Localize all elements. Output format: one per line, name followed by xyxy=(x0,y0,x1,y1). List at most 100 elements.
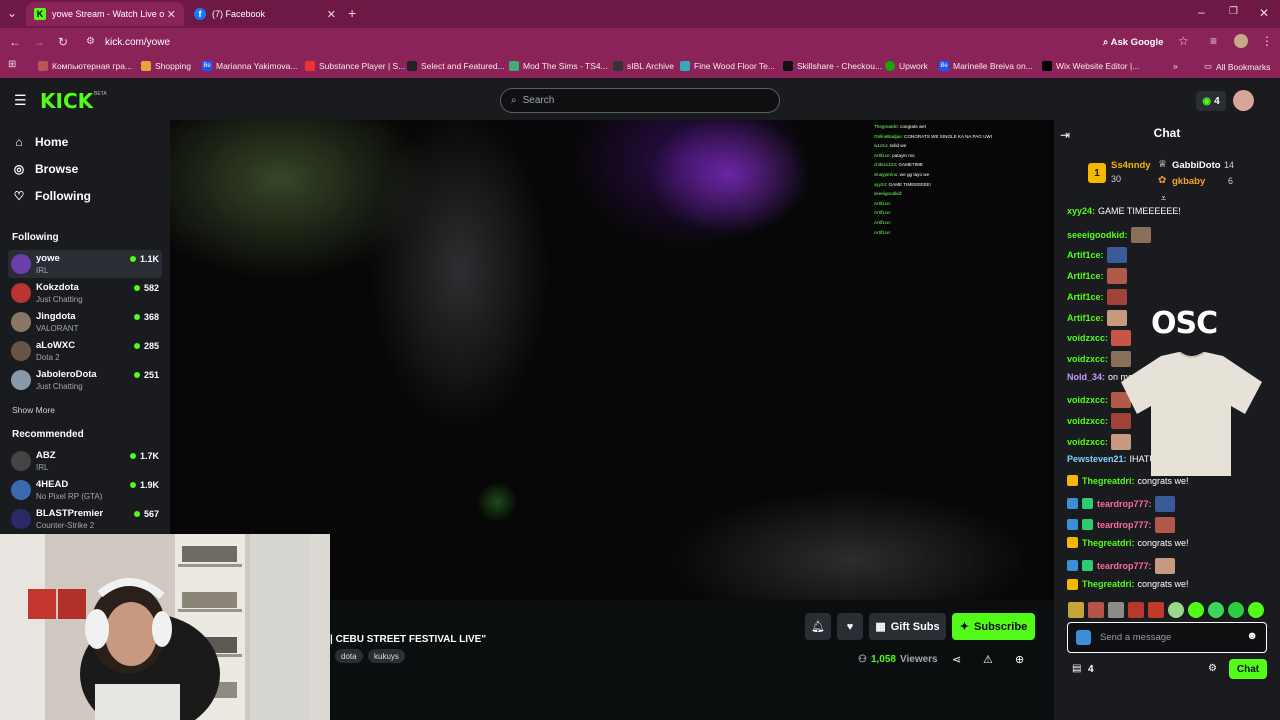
chat-username[interactable]: teardrop777: xyxy=(1097,561,1152,571)
tab-kick[interactable]: K yowe Stream - Watch Live o ✕ xyxy=(26,2,184,26)
leaderboard-name[interactable]: gkbaby xyxy=(1172,176,1205,187)
ask-google-button[interactable]: ⌕ Ask Google xyxy=(1103,37,1163,48)
tab-search-icon[interactable]: ⌄ xyxy=(7,6,17,20)
more-options-icon[interactable]: ⊕ xyxy=(1015,653,1024,666)
emoji-picker-icon[interactable]: ☻ xyxy=(1246,630,1258,642)
emote-icon[interactable] xyxy=(1248,602,1264,618)
chat-username[interactable]: Thegreatdri: xyxy=(1082,538,1135,548)
leaderboard-name[interactable]: Ss4nndy xyxy=(1111,160,1151,171)
send-chat-button[interactable]: Chat xyxy=(1229,659,1267,679)
leaderboard-name[interactable]: GabbiDoto xyxy=(1172,160,1221,171)
chat-settings-icon[interactable]: ⚙ xyxy=(1208,663,1217,674)
minimize-icon[interactable]: – xyxy=(1198,5,1205,19)
chat-username[interactable]: voidzxcc: xyxy=(1067,416,1108,426)
bookmark-item[interactable]: Wix Website Editor |... xyxy=(1042,61,1139,71)
bookmark-item[interactable]: Upwork xyxy=(885,61,928,71)
chat-username[interactable]: xyy24: xyxy=(1067,206,1095,216)
emote-icon[interactable] xyxy=(1208,602,1224,618)
search-input[interactable]: ⌕ Search xyxy=(500,88,780,113)
emote-icon[interactable] xyxy=(1188,602,1204,618)
sidebar-channel-jabolerodota[interactable]: JaboleroDota Just Chatting 251 xyxy=(8,366,162,394)
kick-logo[interactable]: KICK xyxy=(40,89,93,113)
sidebar-channel-alowxc[interactable]: aLoWXC Dota 2 285 xyxy=(8,337,162,365)
bookmark-item[interactable]: Substance Player | S... xyxy=(305,61,405,71)
chat-username[interactable]: teardrop777: xyxy=(1097,499,1152,509)
site-info-icon[interactable]: ⚙ xyxy=(86,36,95,47)
bookmark-item[interactable]: Select and Featured... xyxy=(407,61,505,71)
chat-username[interactable]: Artif1ce: xyxy=(1067,313,1104,323)
chat-username[interactable]: voidzxcc: xyxy=(1067,333,1108,343)
chat-username[interactable]: Pewsteven21: xyxy=(1067,454,1127,464)
tag-kukuys[interactable]: kukuys xyxy=(368,649,405,663)
bookmark-item[interactable]: sIBL Archive xyxy=(613,61,674,71)
chat-username[interactable]: Artif1ce: xyxy=(1067,292,1104,302)
tag-dota[interactable]: dota xyxy=(335,649,363,663)
chat-message-input[interactable]: Send a message ☻ xyxy=(1067,622,1267,653)
chat-username[interactable]: voidzxcc: xyxy=(1067,437,1108,447)
sidebar-channel-yowe[interactable]: yowe IRL 1.1K xyxy=(8,250,162,278)
chat-username[interactable]: teardrop777: xyxy=(1097,520,1152,530)
profile-avatar[interactable] xyxy=(1234,34,1248,48)
bookmark-item[interactable]: Shopping xyxy=(141,61,191,71)
url-field[interactable]: kick.com/yowe xyxy=(105,37,170,48)
emote-icon[interactable] xyxy=(1148,602,1164,618)
expand-leaderboard-icon[interactable]: ⩡ xyxy=(1161,193,1166,204)
bookmark-item[interactable]: Компьютерная гра... xyxy=(38,61,132,71)
apps-grid-icon[interactable]: ⊞ xyxy=(8,59,16,70)
menu-dots-icon[interactable]: ⋮ xyxy=(1261,34,1273,48)
emote-icon[interactable] xyxy=(1068,602,1084,618)
chat-username[interactable]: Artif1ce: xyxy=(1067,250,1104,260)
user-avatar[interactable] xyxy=(1233,90,1254,111)
close-window-icon[interactable]: ✕ xyxy=(1259,6,1269,20)
bookmark-item[interactable]: Be Marianna Yakimova... xyxy=(202,61,297,71)
nav-following[interactable]: ♡ Following xyxy=(12,189,91,203)
sidebar-channel-kokzdota[interactable]: Kokzdota Just Chatting 582 xyxy=(8,279,162,307)
emote-icon[interactable] xyxy=(1228,602,1244,618)
bookmark-item[interactable]: Skillshare - Checkou... xyxy=(783,61,882,71)
hamburger-menu-icon[interactable]: ☰ xyxy=(14,92,27,109)
reload-icon[interactable]: ↻ xyxy=(58,35,68,49)
chat-username[interactable]: Nold_34: xyxy=(1067,372,1105,382)
all-bookmarks-button[interactable]: ▭ All Bookmarks xyxy=(1204,61,1270,72)
sidebar-channel-abz[interactable]: ABZ IRL 1.7K xyxy=(8,447,162,475)
follow-button[interactable]: ♥ xyxy=(837,613,863,640)
chat-username[interactable]: Thegreatdri: xyxy=(1082,476,1135,486)
bookmark-star-icon[interactable]: ☆ xyxy=(1178,34,1189,48)
nav-home[interactable]: ⌂ Home xyxy=(12,135,68,149)
notification-bell-button[interactable]: 🔔︎ xyxy=(805,613,831,640)
subscribe-button[interactable]: ✦ Subscribe xyxy=(952,613,1035,640)
share-icon[interactable]: ⋖ xyxy=(952,653,961,666)
reading-list-icon[interactable]: ≡ xyxy=(1210,34,1217,48)
show-more-link[interactable]: Show More xyxy=(12,405,55,415)
new-tab-icon[interactable]: + xyxy=(348,5,356,21)
chat-username[interactable]: seeeigoodkid: xyxy=(1067,230,1128,240)
back-icon[interactable]: ← xyxy=(9,35,21,49)
sidebar-channel-4head[interactable]: 4HEAD No Pixel RP (GTA) 1.9K xyxy=(8,476,162,504)
notifications-button[interactable]: ◉ 4 xyxy=(1196,91,1226,111)
bookmark-item[interactable]: Be Marinelle Breiva on... xyxy=(939,61,1033,71)
bookmark-item[interactable]: Mod The Sims - TS4... xyxy=(509,61,608,71)
tab-facebook[interactable]: f (7) Facebook ✕ xyxy=(186,2,344,26)
close-tab-icon[interactable]: ✕ xyxy=(327,8,336,21)
sidebar-channel-jingdota[interactable]: Jingdota VALORANT 368 xyxy=(8,308,162,336)
emote-icon[interactable] xyxy=(1128,602,1144,618)
chat-username[interactable]: voidzxcc: xyxy=(1067,354,1108,364)
close-tab-icon[interactable]: ✕ xyxy=(167,8,176,21)
emote-icon[interactable] xyxy=(1108,602,1124,618)
nav-browse[interactable]: ◎ Browse xyxy=(12,162,79,176)
bookmark-item[interactable]: Fine Wood Floor Te... xyxy=(680,61,775,71)
video-player[interactable]: Thegreatdri: congrats we! OnlineBadjao: … xyxy=(170,120,1054,600)
more-bookmarks-icon[interactable]: » xyxy=(1173,61,1178,71)
emote-icon[interactable] xyxy=(1168,602,1184,618)
sidebar-channel-blastpremier[interactable]: BLASTPremier Counter-Strike 2 567 xyxy=(8,505,162,533)
gift-subs-button[interactable]: ▦ Gift Subs xyxy=(869,613,946,640)
channel-name: ABZ xyxy=(36,450,56,461)
chat-username[interactable]: Artif1ce: xyxy=(1067,271,1104,281)
chat-username[interactable]: voidzxcc: xyxy=(1067,395,1108,405)
chat-username[interactable]: Thegreatdri: xyxy=(1082,579,1135,589)
emote-icon[interactable] xyxy=(1088,602,1104,618)
overlay-chat-line: Artif1ce: xyxy=(874,200,891,206)
restore-icon[interactable]: ❐ xyxy=(1229,6,1238,17)
report-icon[interactable]: ⚠ xyxy=(983,653,993,666)
forward-icon[interactable]: → xyxy=(33,35,45,49)
